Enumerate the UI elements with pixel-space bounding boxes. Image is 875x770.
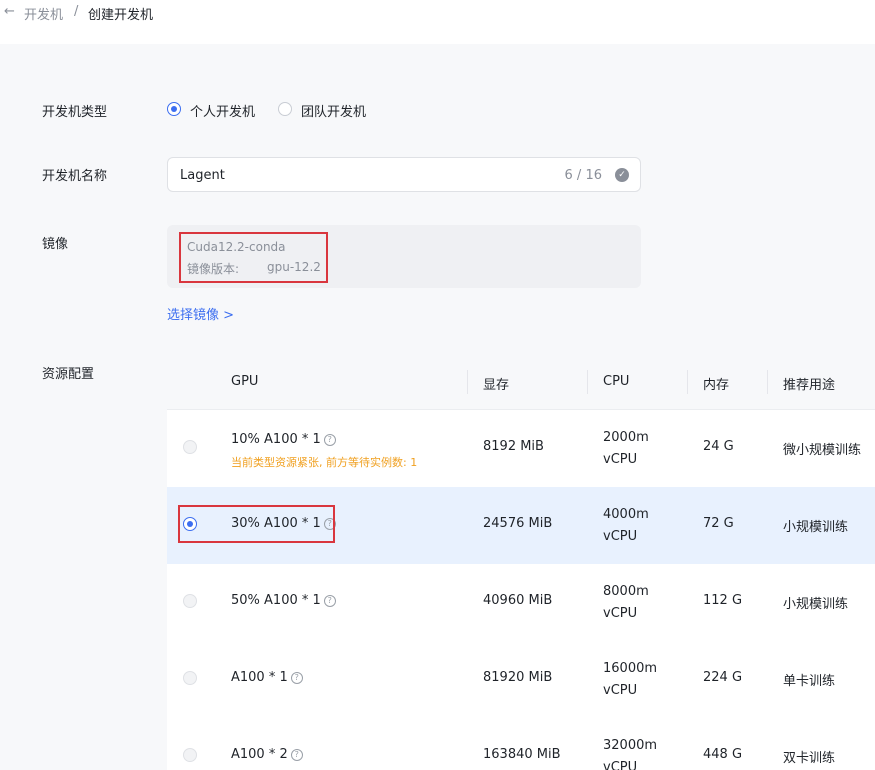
help-icon[interactable]: ?: [323, 433, 336, 446]
gpu-cell: A100 * 1?: [231, 670, 303, 685]
table-row[interactable]: A100 * 1? 81920 MiB 16000m vCPU 224 G 单卡训…: [167, 641, 875, 719]
ram-cell: 448 G: [703, 747, 743, 762]
ram-cell: 24 G: [703, 439, 734, 454]
usage-cell: 小规模训练: [783, 520, 849, 535]
name-char-count: 6 / 16: [564, 168, 602, 183]
gpu-cell: 10% A100 * 1?: [231, 432, 336, 447]
resource-table: GPU 显存 CPU 内存 推荐用途 10% A100 * 1? 当前类型资源紧…: [167, 356, 875, 770]
column-divider: [687, 370, 688, 394]
cpu-unit: vCPU: [603, 683, 638, 698]
cpu-unit: vCPU: [603, 760, 638, 770]
column-divider: [467, 370, 468, 394]
memory-cell: 24576 MiB: [483, 516, 553, 531]
cpu-value: 16000m: [603, 661, 658, 676]
breadcrumb-parent-link[interactable]: 开发机: [24, 4, 63, 23]
usage-cell: 双卡训练: [783, 751, 836, 766]
table-row[interactable]: A100 * 2? 163840 MiB 32000m vCPU 448 G 双卡…: [167, 718, 875, 770]
annotation-highlight-image: [179, 232, 328, 283]
help-icon[interactable]: ?: [323, 594, 336, 607]
table-header: GPU 显存 CPU 内存 推荐用途: [167, 356, 875, 410]
cpu-value: 4000m: [603, 507, 649, 522]
gpu-cell: 50% A100 * 1?: [231, 593, 336, 608]
ram-cell: 112 G: [703, 593, 743, 608]
column-header-gpu: GPU: [231, 374, 259, 389]
usage-cell: 微小规模训练: [783, 443, 862, 458]
radio-personal[interactable]: [167, 102, 181, 116]
cpu-value: 32000m: [603, 738, 658, 753]
name-label: 开发机名称: [42, 169, 108, 184]
gpu-cell: A100 * 2?: [231, 747, 303, 762]
arrow-left-icon[interactable]: ←: [4, 4, 15, 19]
image-label: 镜像: [42, 237, 69, 252]
select-image-link[interactable]: 选择镜像 >: [167, 304, 234, 323]
row-radio[interactable]: [183, 671, 197, 685]
cpu-unit: vCPU: [603, 452, 638, 467]
memory-cell: 40960 MiB: [483, 593, 553, 608]
cpu-cell: 2000m vCPU: [603, 427, 649, 471]
radio-team[interactable]: [278, 102, 292, 116]
usage-cell: 小规模训练: [783, 597, 849, 612]
cpu-cell: 32000m vCPU: [603, 735, 657, 770]
radio-personal-label[interactable]: 个人开发机: [190, 101, 255, 120]
cpu-unit: vCPU: [603, 606, 638, 621]
memory-cell: 163840 MiB: [483, 747, 561, 762]
row-radio[interactable]: [183, 440, 197, 454]
breadcrumb-separator: /: [74, 4, 79, 19]
gpu-label: A100 * 1: [231, 670, 288, 685]
radio-team-label[interactable]: 团队开发机: [301, 101, 366, 120]
cpu-cell: 8000m vCPU: [603, 581, 649, 625]
memory-cell: 8192 MiB: [483, 439, 544, 454]
type-label: 开发机类型: [42, 105, 108, 120]
cpu-cell: 4000m vCPU: [603, 504, 649, 548]
table-row[interactable]: 10% A100 * 1? 当前类型资源紧张, 前方等待实例数: 1 8192 …: [167, 410, 875, 488]
cpu-unit: vCPU: [603, 529, 638, 544]
ram-cell: 224 G: [703, 670, 743, 685]
annotation-highlight-selected-gpu: [178, 505, 335, 543]
row-radio[interactable]: [183, 748, 197, 762]
gpu-label: A100 * 2: [231, 747, 288, 762]
gpu-label: 50% A100 * 1: [231, 593, 321, 608]
cpu-cell: 16000m vCPU: [603, 658, 657, 702]
resource-warning: 当前类型资源紧张, 前方等待实例数: 1: [231, 456, 418, 469]
column-header-cpu: CPU: [603, 374, 630, 389]
column-divider: [767, 370, 768, 394]
usage-cell: 单卡训练: [783, 674, 836, 689]
name-input[interactable]: Lagent 6 / 16 ✓: [167, 157, 641, 192]
check-circle-icon: ✓: [615, 168, 629, 182]
gpu-label: 10% A100 * 1: [231, 432, 321, 447]
breadcrumb-current: 创建开发机: [88, 8, 154, 23]
column-header-ram: 内存: [703, 378, 730, 393]
help-icon[interactable]: ?: [290, 748, 303, 761]
resources-label: 资源配置: [42, 367, 95, 382]
column-header-usage: 推荐用途: [783, 378, 836, 393]
column-header-memory: 显存: [483, 378, 510, 393]
table-row[interactable]: 50% A100 * 1? 40960 MiB 8000m vCPU 112 G …: [167, 564, 875, 642]
ram-cell: 72 G: [703, 516, 734, 531]
column-divider: [587, 370, 588, 394]
cpu-value: 8000m: [603, 584, 649, 599]
memory-cell: 81920 MiB: [483, 670, 553, 685]
help-icon[interactable]: ?: [290, 671, 303, 684]
name-input-value[interactable]: Lagent: [180, 168, 225, 183]
cpu-value: 2000m: [603, 430, 649, 445]
breadcrumb: ← 开发机 / 创建开发机: [0, 0, 875, 44]
row-radio[interactable]: [183, 594, 197, 608]
